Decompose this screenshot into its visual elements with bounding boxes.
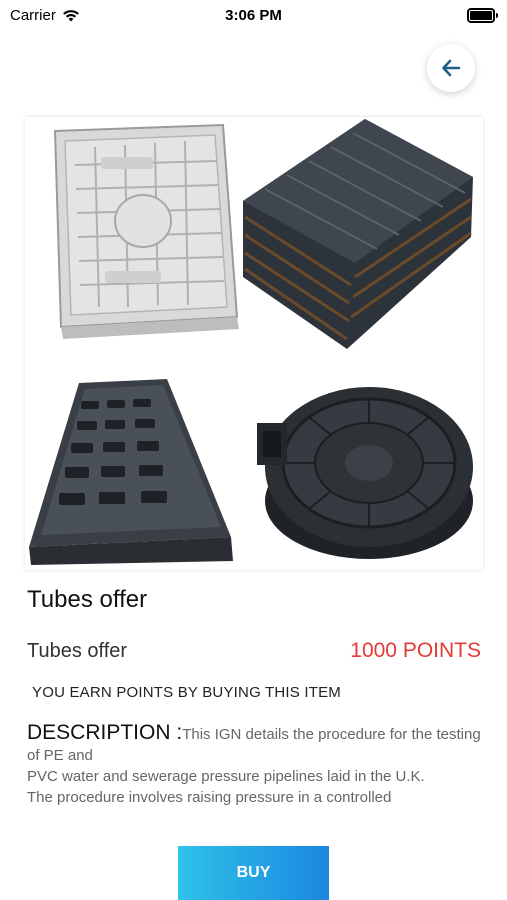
stacked-grates-image (243, 119, 473, 349)
round-cover-image (257, 387, 473, 559)
product-image (25, 117, 483, 570)
product-name: Tubes offer (27, 640, 128, 662)
gully-grate-image (29, 379, 233, 565)
earn-points-note: YOU EARN POINTS BY BUYING THIS ITEM (32, 684, 341, 701)
buy-button[interactable]: BUY (178, 846, 329, 900)
product-detail-screen: Carrier 3:06 PM Tubes offer Tubes offer … (0, 0, 507, 900)
status-bar: Carrier 3:06 PM (0, 0, 507, 30)
product-points: 1000 POINTS (350, 639, 481, 662)
square-cover-image (53, 123, 239, 339)
status-time: 3:06 PM (225, 6, 282, 24)
arrow-left-icon (442, 59, 461, 77)
back-button[interactable] (427, 44, 475, 92)
product-title: Tubes offer (27, 586, 148, 613)
battery-icon (467, 7, 498, 23)
product-description: DESCRIPTION :This IGN details the proced… (27, 722, 482, 808)
description-label: DESCRIPTION : (27, 721, 183, 744)
